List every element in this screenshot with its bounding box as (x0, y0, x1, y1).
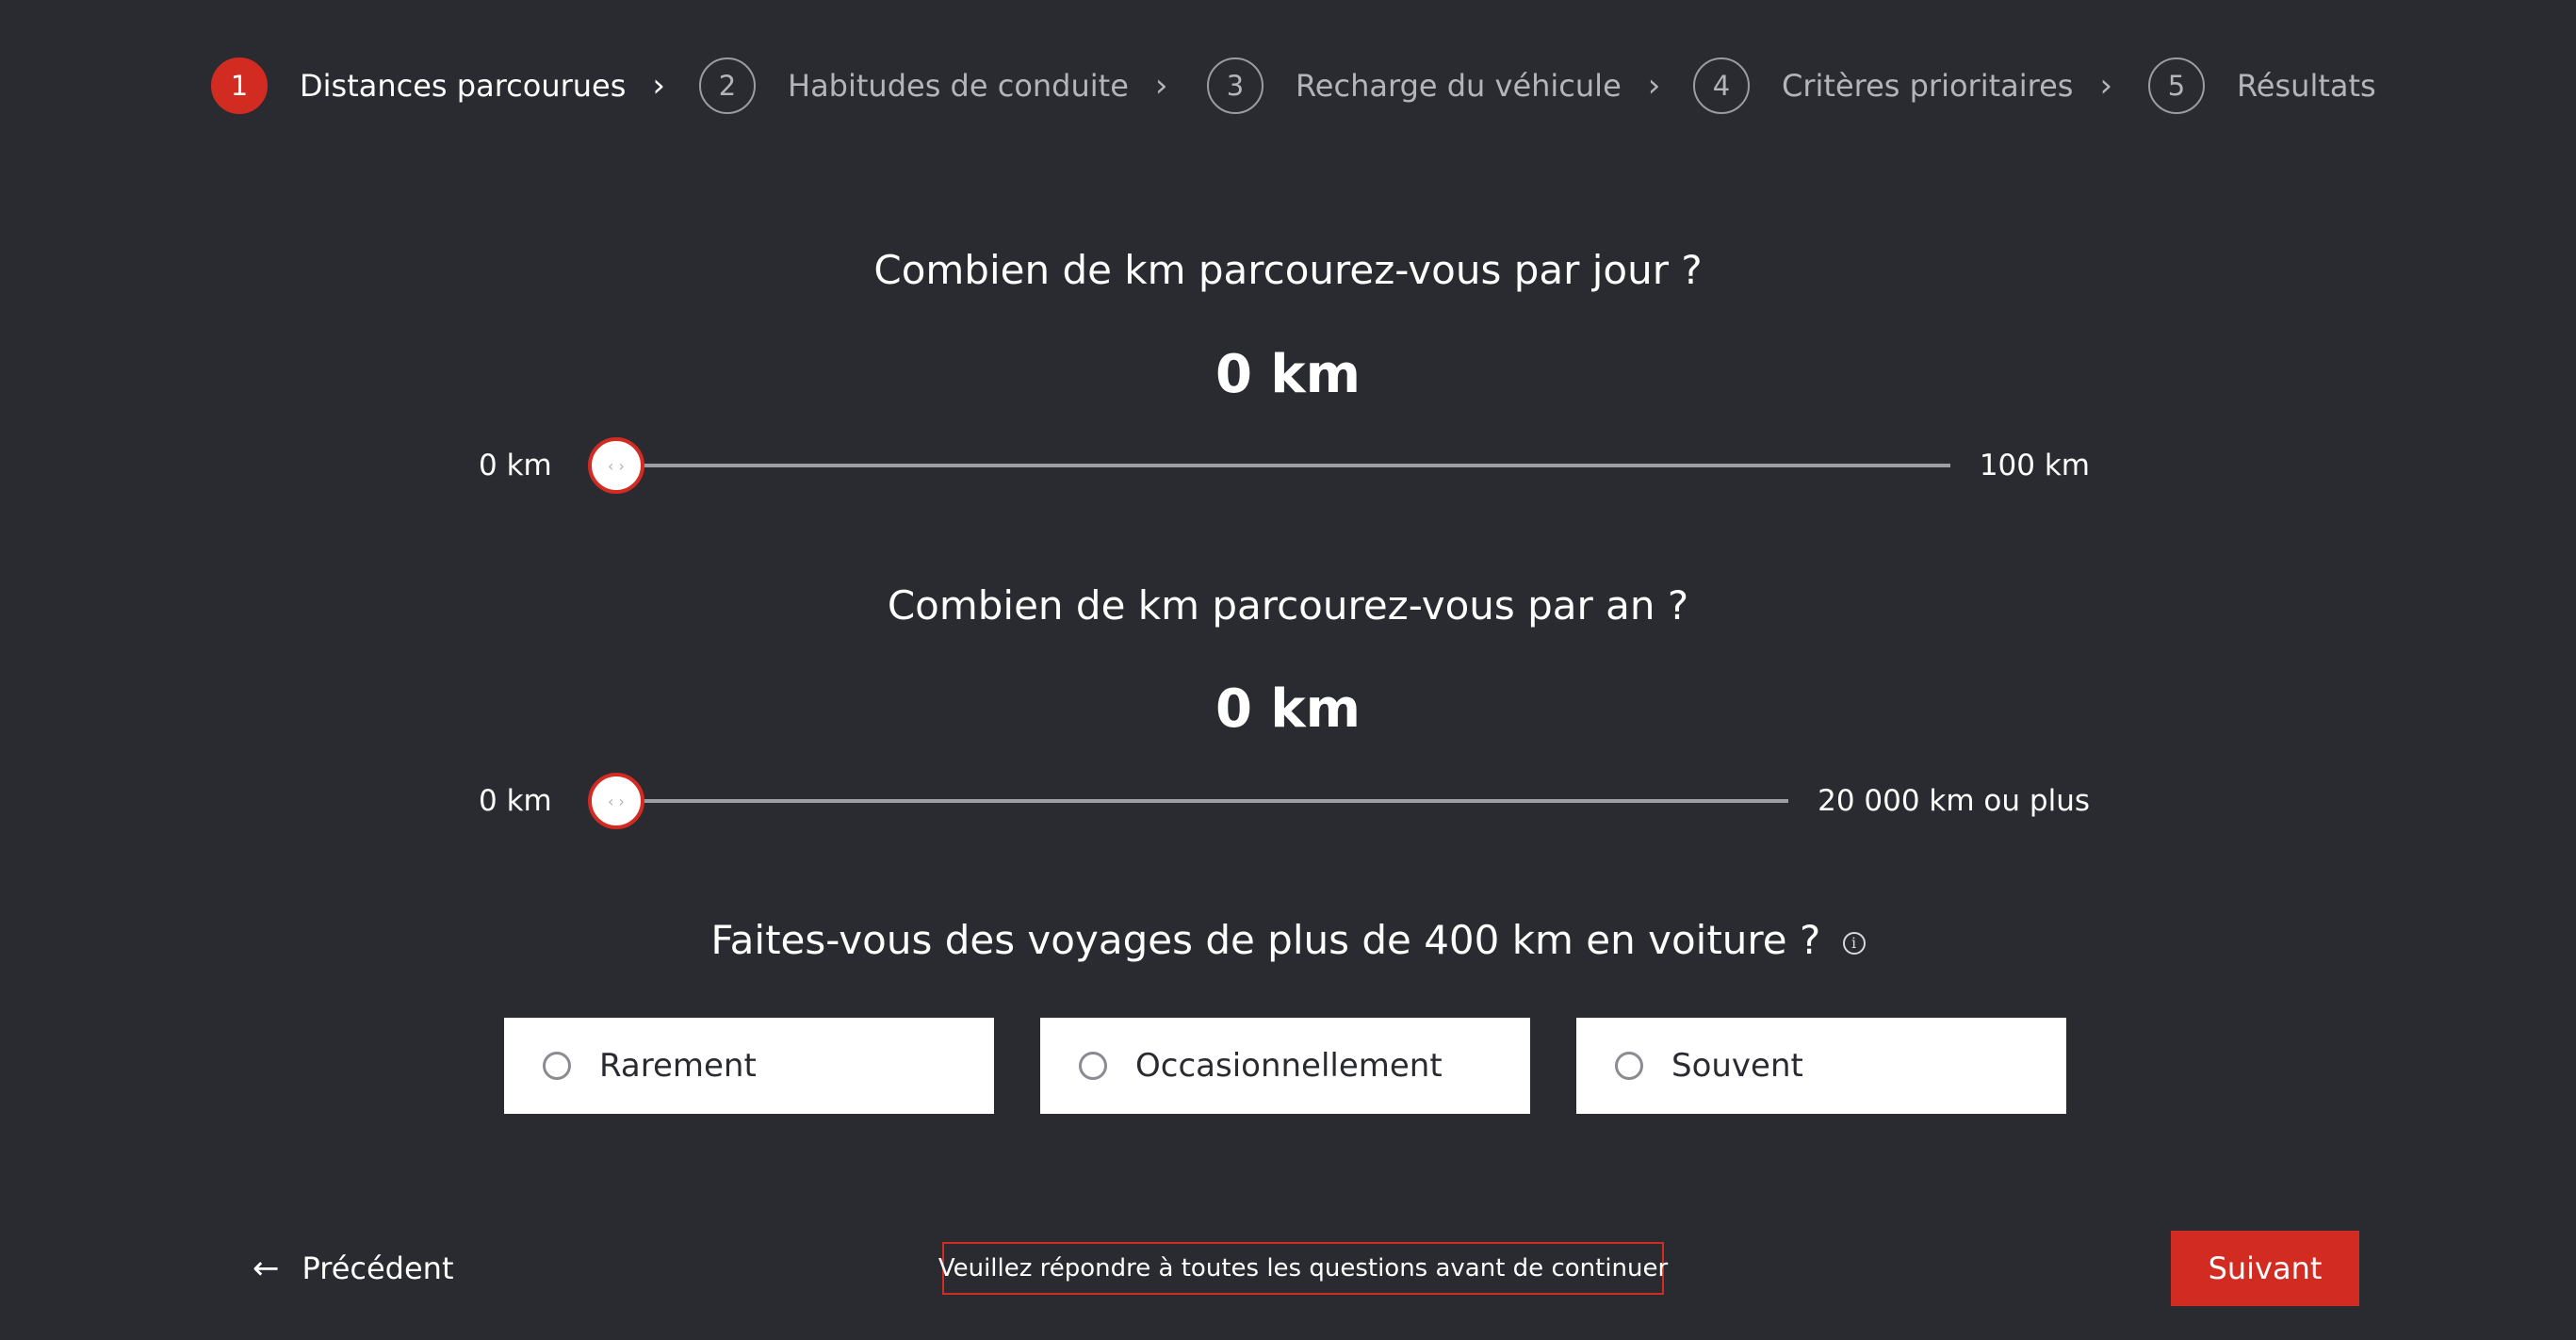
step-number-3: 3 (1207, 57, 1264, 114)
step-charging[interactable]: 3 Recharge du véhicule › (1207, 55, 1660, 117)
step-distances[interactable]: 1 Distances parcourues › (211, 55, 665, 117)
chevron-right-icon: › (2099, 67, 2113, 105)
trips-question-row: Faites-vous des voyages de plus de 400 k… (0, 917, 2576, 963)
step-label-results: Résultats (2237, 68, 2376, 104)
step-results[interactable]: 5 Résultats (2148, 55, 2376, 117)
daily-value: 0 km (1215, 344, 1361, 405)
option-label: Rarement (599, 1047, 757, 1085)
validation-message: Veuillez répondre à toutes les questions… (938, 1242, 1668, 1295)
arrows-left-right-icon: ‹ › (608, 456, 625, 475)
daily-slider-min-label: 0 km (479, 449, 552, 482)
option-label: Occasionnellement (1135, 1047, 1443, 1085)
option-label: Souvent (1671, 1047, 1803, 1085)
trips-options: Rarement Occasionnellement Souvent (504, 1018, 2066, 1114)
daily-slider-thumb[interactable]: ‹ › (588, 437, 644, 494)
radio-button[interactable] (1615, 1052, 1643, 1080)
option-often[interactable]: Souvent (1576, 1018, 2066, 1114)
step-label-distances: Distances parcourues (300, 68, 627, 104)
option-occasionally[interactable]: Occasionnellement (1040, 1018, 1530, 1114)
yearly-slider-min-label: 0 km (479, 784, 552, 818)
arrow-left-icon: ← (253, 1250, 280, 1287)
previous-label: Précédent (302, 1250, 454, 1286)
chevron-right-icon: › (1647, 67, 1661, 105)
step-number-2: 2 (699, 57, 756, 114)
yearly-slider-max-label: 20 000 km ou plus (1818, 784, 2090, 818)
step-criteria[interactable]: 4 Critères prioritaires › (1693, 55, 2112, 117)
radio-button[interactable] (543, 1052, 571, 1080)
step-label-criteria: Critères prioritaires (1782, 68, 2074, 104)
page: 1 Distances parcourues › 2 Habitudes de … (0, 0, 2576, 1340)
yearly-slider-track[interactable] (617, 799, 1788, 803)
daily-slider-track[interactable] (617, 464, 1950, 467)
progress-stepper: 1 Distances parcourues › 2 Habitudes de … (0, 55, 2576, 117)
yearly-value: 0 km (1215, 678, 1361, 740)
step-label-charging: Recharge du véhicule (1296, 68, 1622, 104)
yearly-slider[interactable]: 0 km ‹ › 20 000 km ou plus (0, 773, 2576, 829)
yearly-slider-thumb[interactable]: ‹ › (588, 773, 644, 829)
step-number-4: 4 (1693, 57, 1750, 114)
chevron-right-icon: › (652, 67, 665, 105)
info-icon[interactable]: i (1842, 931, 1866, 955)
daily-slider[interactable]: 0 km ‹ › 100 km (0, 437, 2576, 494)
next-button[interactable]: Suivant (2171, 1231, 2359, 1306)
step-number-1: 1 (211, 57, 268, 114)
step-number-5: 5 (2148, 57, 2205, 114)
yearly-question: Combien de km parcourez-vous par an ? (887, 582, 1689, 629)
trips-question: Faites-vous des voyages de plus de 400 k… (710, 917, 1821, 963)
arrows-left-right-icon: ‹ › (608, 792, 625, 810)
chevron-right-icon: › (1154, 67, 1168, 105)
option-rarely[interactable]: Rarement (504, 1018, 994, 1114)
daily-slider-max-label: 100 km (1979, 449, 2090, 482)
step-label-habits: Habitudes de conduite (788, 68, 1129, 104)
step-habits[interactable]: 2 Habitudes de conduite › (699, 55, 1168, 117)
radio-button[interactable] (1079, 1052, 1107, 1080)
daily-question: Combien de km parcourez-vous par jour ? (873, 247, 1703, 293)
previous-button[interactable]: ← Précédent (253, 1242, 453, 1295)
